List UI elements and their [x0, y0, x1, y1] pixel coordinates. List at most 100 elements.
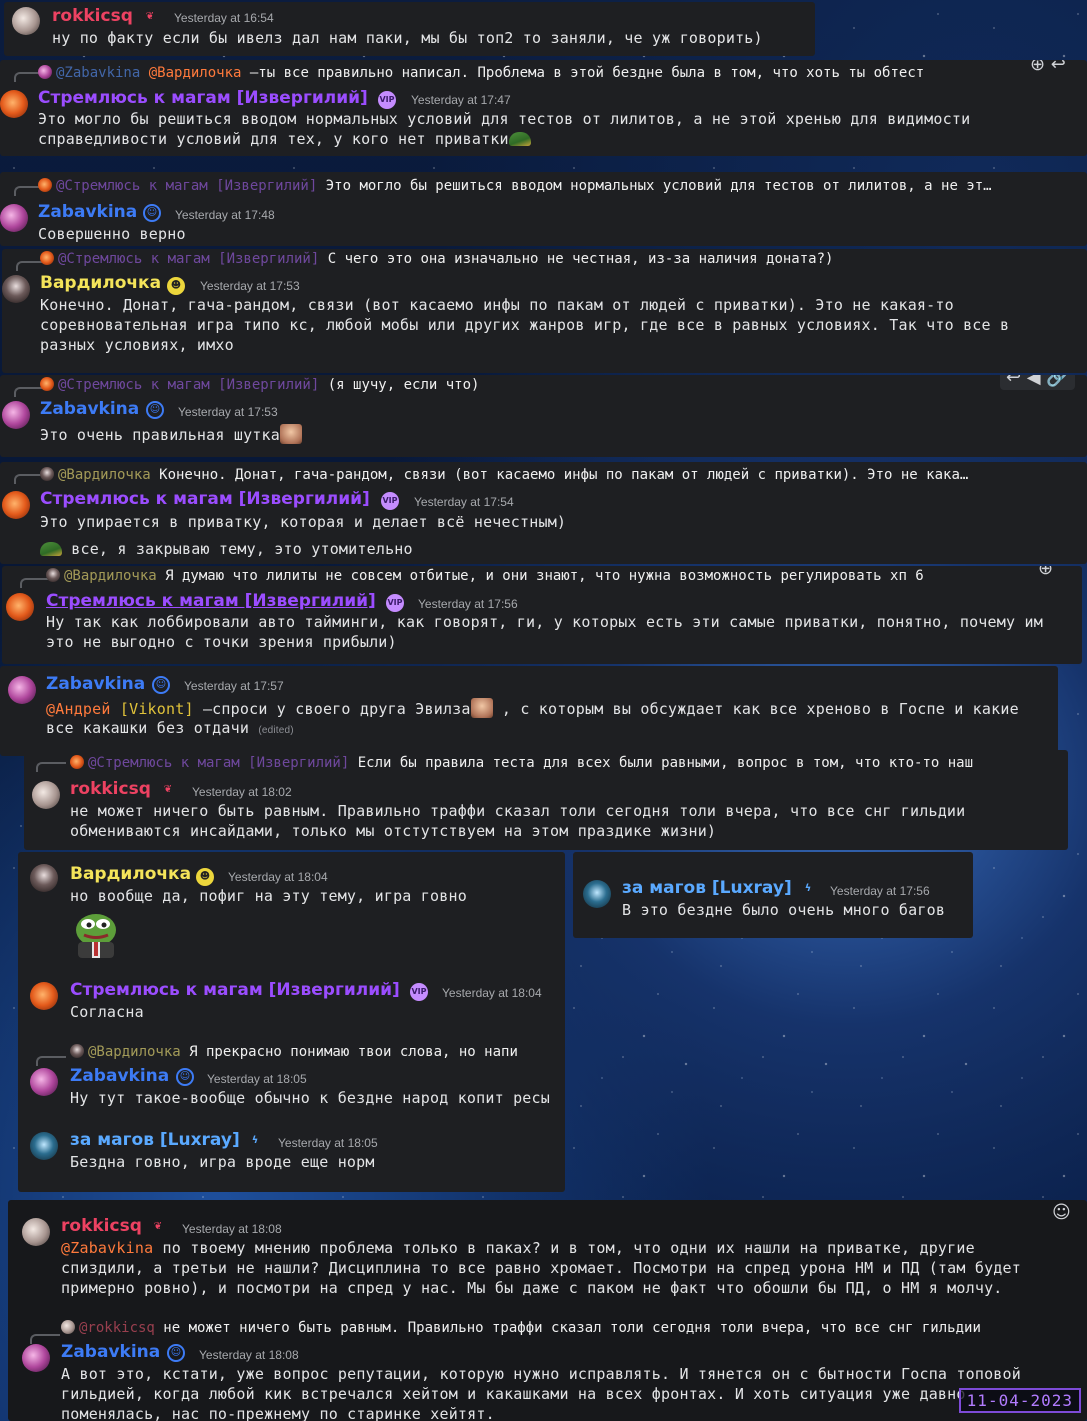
- avatar[interactable]: [6, 593, 34, 621]
- avatar[interactable]: [583, 880, 611, 908]
- role-badge-icon: ϟ: [251, 1135, 259, 1146]
- reply-text: (я шучу, если что): [319, 377, 480, 393]
- reply-preview[interactable]: @Стремлюсь к магам [Извергилий] (я шучу,…: [40, 377, 940, 393]
- screenshot-fragment-3: @Стремлюсь к магам [Извергилий] Это могл…: [0, 172, 1087, 246]
- username[interactable]: Вардилочка: [70, 864, 191, 884]
- username[interactable]: за магов [Luxray]: [70, 1130, 240, 1150]
- message-text: Согласна: [70, 1003, 144, 1021]
- avatar[interactable]: [30, 864, 58, 892]
- message-text: не может ничего быть равным. Правильно т…: [70, 802, 966, 840]
- reply-avatar: [70, 1044, 84, 1058]
- screenshot-fragment-9: @Стремлюсь к магам [Извергилий] Если бы …: [24, 750, 1068, 850]
- avatar[interactable]: [22, 1218, 50, 1246]
- message-text: @Андрей [Vikont] —спроси у своего друга …: [46, 698, 1019, 719]
- username[interactable]: Zabavkina: [40, 399, 139, 419]
- username[interactable]: Zabavkina: [38, 202, 137, 222]
- username[interactable]: Вардилочка: [40, 273, 161, 293]
- role-badge-icon: ☻: [167, 277, 185, 295]
- message-actions[interactable]: ↩ ◀ 🔗: [1000, 375, 1075, 390]
- username[interactable]: за магов [Luxray]: [622, 878, 792, 898]
- mention[interactable]: @Zabavkina: [61, 1239, 153, 1257]
- add-reaction-icon[interactable]: ☺: [1052, 1202, 1071, 1223]
- vip-badge-icon: VIP: [381, 492, 399, 510]
- avatar[interactable]: [0, 90, 28, 118]
- avatar[interactable]: [2, 275, 30, 303]
- role-badge-icon: ❦: [153, 1221, 163, 1232]
- message-text: Это очень правильная шутка: [40, 424, 302, 445]
- timestamp: Yesterday at 18:04: [228, 870, 328, 884]
- reply-author[interactable]: @Стремлюсь к магам [Извергилий]: [88, 755, 349, 771]
- username[interactable]: rokkicsq: [52, 6, 133, 26]
- mention[interactable]: [Vikont]: [120, 700, 194, 718]
- message-text: но вообще да, пофиг на эту тему, игра го…: [70, 887, 467, 905]
- reply-author[interactable]: @Стремлюсь к магам [Извергилий]: [58, 377, 319, 393]
- edited-label: (edited): [258, 725, 294, 736]
- reply-preview[interactable]: @Zabavkina @Вардилочка —ты все правильно…: [38, 65, 1058, 81]
- screenshot-fragment-4: @Стремлюсь к магам [Извергилий] С чего э…: [2, 249, 1087, 373]
- reply-preview[interactable]: @Вардилочка Я прекрасно понимаю твои сло…: [70, 1044, 565, 1060]
- reply-author[interactable]: @Вардилочка: [64, 568, 157, 584]
- reply-author[interactable]: @Zabavkina: [56, 65, 140, 81]
- reply-preview[interactable]: @Стремлюсь к магам [Извергилий] Если бы …: [70, 755, 1064, 771]
- timestamp: Yesterday at 18:04: [442, 986, 542, 1000]
- message-actions[interactable]: ⊕ ↩: [1030, 60, 1066, 75]
- reply-text: Я прекрасно понимаю твои слова, но напи: [180, 1044, 518, 1060]
- avatar[interactable]: [30, 1068, 58, 1096]
- username[interactable]: Стремлюсь к магам [Извергилий]: [38, 88, 368, 108]
- reply-preview[interactable]: @Стремлюсь к магам [Извергилий] С чего э…: [40, 251, 1080, 267]
- role-badge-icon: ☺: [152, 676, 170, 694]
- role-badge-icon: ☻: [196, 868, 214, 886]
- timestamp: Yesterday at 17:56: [418, 597, 518, 611]
- avatar[interactable]: [8, 676, 36, 704]
- message-text: Совершенно верно: [38, 225, 186, 243]
- username[interactable]: Zabavkina: [70, 1066, 169, 1086]
- timestamp: Yesterday at 18:02: [192, 785, 292, 799]
- reply-author[interactable]: @rokkicsq: [79, 1320, 155, 1336]
- avatar[interactable]: [0, 204, 28, 232]
- avatar[interactable]: [32, 781, 60, 809]
- username[interactable]: rokkicsq: [70, 779, 151, 799]
- timestamp: Yesterday at 17:47: [411, 93, 511, 107]
- message-text: @Zabavkina по твоему мнению проблема тол…: [61, 1238, 975, 1258]
- username[interactable]: Zabavkina: [46, 674, 145, 694]
- timestamp: Yesterday at 18:08: [199, 1348, 299, 1362]
- message-text: все какашки без отдачи (edited): [46, 718, 294, 741]
- role-badge-icon: ϟ: [804, 883, 812, 894]
- timestamp: Yesterday at 17:53: [200, 279, 300, 293]
- reply-author[interactable]: @Стремлюсь к магам [Извергилий]: [58, 251, 319, 267]
- reply-text: С чего это она изначально не честная, из…: [319, 251, 834, 267]
- reply-preview[interactable]: @Стремлюсь к магам [Извергилий] Это могл…: [38, 178, 1083, 194]
- username[interactable]: Стремлюсь к магам [Извергилий]: [70, 980, 400, 1000]
- reply-preview[interactable]: @rokkicsq не может ничего быть равным. П…: [61, 1320, 1087, 1336]
- avatar[interactable]: [12, 7, 40, 35]
- reply-author[interactable]: @Вардилочка: [88, 1044, 181, 1060]
- username[interactable]: rokkicsq: [61, 1216, 142, 1236]
- screenshot-fragment-1: rokkicsq ❦ Yesterday at 16:54 ну по факт…: [4, 2, 815, 56]
- message-actions[interactable]: ⊕: [1038, 566, 1053, 579]
- screenshot-fragment-8: Zabavkina ☺ Yesterday at 17:57 @Андрей […: [0, 666, 1058, 756]
- reply-preview[interactable]: @Вардилочка Я думаю что лилиты не совсем…: [46, 568, 1046, 584]
- avatar[interactable]: [2, 491, 30, 519]
- role-badge-icon: ❦: [145, 11, 155, 22]
- reply-text: Если бы правила теста для всех были равн…: [349, 755, 974, 771]
- reply-line: [36, 762, 66, 772]
- message-body: все какашки без отдачи: [46, 719, 259, 737]
- reply-author[interactable]: @Стремлюсь к магам [Извергилий]: [56, 178, 317, 194]
- username[interactable]: Стремлюсь к магам [Извергилий]: [46, 591, 376, 611]
- message-body: Это могло бы решиться вводом нормальных …: [38, 110, 971, 148]
- screenshot-fragment-5: @Стремлюсь к магам [Извергилий] (я шучу,…: [0, 375, 1087, 457]
- avatar[interactable]: [30, 1132, 58, 1160]
- screenshot-fragment-7: @Вардилочка Я думаю что лилиты не совсем…: [2, 566, 1082, 664]
- mention[interactable]: @Вардилочка: [149, 65, 242, 81]
- avatar[interactable]: [22, 1344, 50, 1372]
- username[interactable]: Zabavkina: [61, 1342, 160, 1362]
- username[interactable]: Стремлюсь к магам [Извергилий]: [40, 489, 370, 509]
- avatar[interactable]: [30, 982, 58, 1010]
- reply-preview[interactable]: @Вардилочка Конечно. Донат, гача-рандом,…: [40, 467, 1085, 483]
- reply-author[interactable]: @Вардилочка: [58, 467, 151, 483]
- role-badge-icon: ☺: [176, 1068, 194, 1086]
- vip-badge-icon: VIP: [386, 594, 404, 612]
- mention[interactable]: @Андрей: [46, 700, 111, 718]
- avatar[interactable]: [2, 401, 30, 429]
- message-body: , с которым вы обсуждает как все хреново…: [492, 700, 1019, 718]
